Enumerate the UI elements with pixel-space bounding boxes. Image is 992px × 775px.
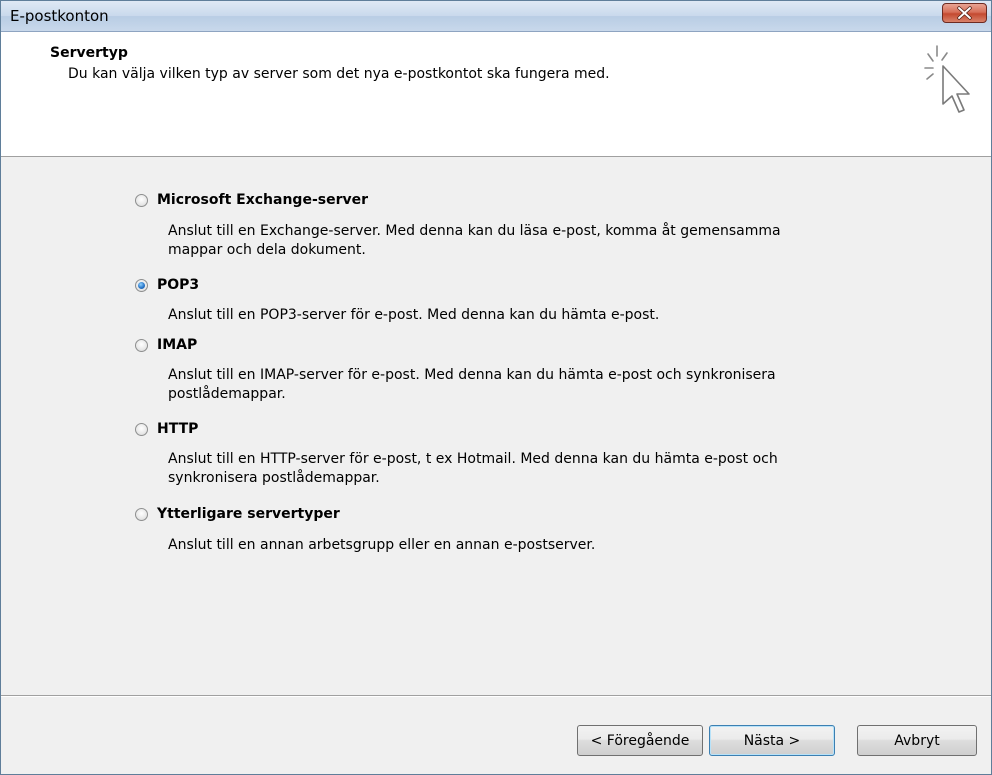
page-description: Du kan välja vilken typ av server som de… — [68, 66, 610, 82]
exchange-radio-row[interactable]: Microsoft Exchange-server — [135, 190, 808, 210]
option-http: HTTP Anslut till en HTTP-server för e-po… — [135, 419, 808, 488]
other-radio-row[interactable]: Ytterligare servertyper — [135, 504, 808, 524]
http-radio-button[interactable] — [135, 422, 148, 436]
imap-radio-row[interactable]: IMAP — [135, 335, 808, 355]
exchange-radio-button[interactable] — [135, 193, 148, 207]
pop3-radio-button[interactable] — [135, 278, 148, 292]
option-imap: IMAP Anslut till en IMAP-server för e-po… — [135, 335, 808, 404]
exchange-description: Anslut till en Exchange-server. Med denn… — [168, 223, 781, 258]
footer-divider — [1, 695, 991, 697]
new-account-cursor-icon — [923, 42, 975, 132]
close-icon — [957, 6, 972, 20]
imap-radio-button[interactable] — [135, 338, 148, 352]
next-button[interactable]: Nästa > — [709, 725, 835, 756]
back-button[interactable]: < Föregående — [577, 725, 703, 756]
other-label[interactable]: Ytterligare servertyper — [157, 506, 340, 522]
exchange-label[interactable]: Microsoft Exchange-server — [157, 192, 368, 208]
http-radio-row[interactable]: HTTP — [135, 419, 808, 439]
title-bar[interactable]: E-postkonton — [1, 1, 991, 32]
option-other: Ytterligare servertyper Anslut till en a… — [135, 504, 808, 555]
http-description: Anslut till en HTTP-server för e-post, t… — [168, 451, 778, 486]
option-exchange: Microsoft Exchange-server Anslut till en… — [135, 190, 808, 260]
page-title: Servertyp — [50, 45, 128, 61]
wizard-header — [1, 32, 991, 157]
option-pop3: POP3 Anslut till en POP3-server för e-po… — [135, 275, 808, 325]
pop3-description: Anslut till en POP3-server för e-post. M… — [168, 307, 660, 323]
imap-label[interactable]: IMAP — [157, 337, 197, 353]
other-description: Anslut till en annan arbetsgrupp eller e… — [168, 537, 596, 553]
window-title: E-postkonton — [10, 7, 109, 25]
pop3-radio-row[interactable]: POP3 — [135, 275, 808, 295]
wizard-footer — [1, 697, 991, 774]
http-label[interactable]: HTTP — [157, 421, 198, 437]
pop3-label[interactable]: POP3 — [157, 277, 199, 293]
close-button[interactable] — [942, 3, 987, 23]
cancel-button[interactable]: Avbryt — [857, 725, 977, 756]
other-radio-button[interactable] — [135, 507, 148, 521]
imap-description: Anslut till en IMAP-server för e-post. M… — [168, 367, 776, 402]
account-settings-dialog: E-postkonton Servertyp Du kan välja vilk… — [0, 0, 992, 775]
